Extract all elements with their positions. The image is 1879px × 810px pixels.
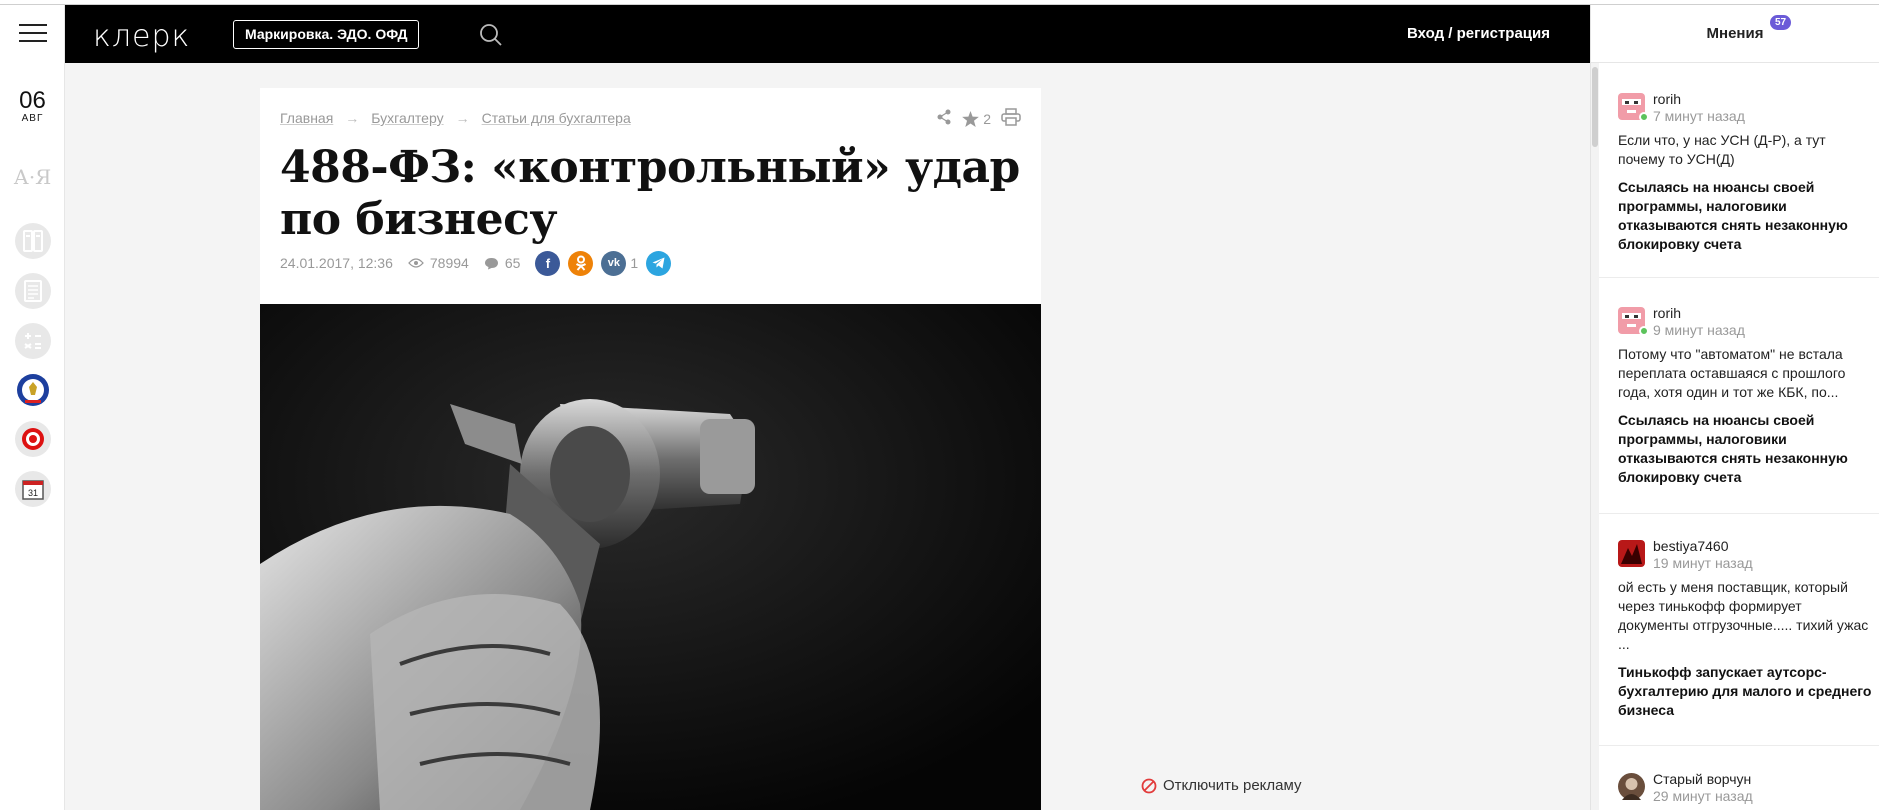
- scrollbar-thumb[interactable]: [1592, 67, 1598, 147]
- opinions-title[interactable]: Мнения: [1707, 25, 1764, 42]
- comment-divider: [1599, 277, 1879, 278]
- telegram-share-icon[interactable]: [646, 250, 672, 276]
- comment-time: 9 минут назад: [1653, 322, 1745, 338]
- comments-count: 65: [504, 255, 521, 271]
- favorites-count: 2: [983, 110, 991, 127]
- comment-time: 19 минут назад: [1653, 555, 1753, 571]
- article-tools: 2: [936, 108, 1021, 129]
- comment-text[interactable]: Если что, у нас УСН (Д-Р), а тут почему …: [1618, 131, 1873, 169]
- comment-time: 29 минут назад: [1653, 788, 1753, 804]
- avatar[interactable]: [1618, 540, 1645, 567]
- search-icon[interactable]: [479, 23, 503, 47]
- favorite-star-icon[interactable]: 2: [962, 110, 991, 127]
- breadcrumb-arrow-icon: →: [455, 110, 470, 126]
- eye-icon: [408, 258, 424, 268]
- date-widget: 06 АВГ: [0, 87, 65, 125]
- article-card: Главная → Бухгалтеру → Статьи для бухгалтера…: [260, 88, 1041, 304]
- comment-divider: [1599, 745, 1879, 746]
- login-register-link[interactable]: Вход / регистрация: [1407, 25, 1550, 42]
- comment-article-link[interactable]: Ссылаясь на нюансы своей программы, нало…: [1618, 178, 1878, 254]
- vk-share-count: 1: [630, 255, 639, 271]
- comment-bubble-icon: [484, 257, 498, 269]
- comments-counter[interactable]: 65: [484, 255, 521, 271]
- svg-text:31: 31: [28, 488, 38, 498]
- book-icon[interactable]: [15, 223, 51, 259]
- top-navbar: клерк Маркировка. ЭДО. ОФД Вход / регист…: [65, 5, 1590, 63]
- disable-ads-link[interactable]: Отключить рекламу: [1141, 777, 1301, 794]
- online-indicator: [1639, 326, 1649, 336]
- target-icon[interactable]: [15, 421, 51, 457]
- share-icon[interactable]: [936, 109, 952, 128]
- comment-author[interactable]: rorih: [1653, 91, 1681, 107]
- article-photo-revolver: [260, 304, 1041, 810]
- comment-article-link[interactable]: Ссылаясь на нюансы своей программы, нало…: [1618, 411, 1878, 487]
- calculator-icon[interactable]: [15, 323, 51, 359]
- print-icon[interactable]: [1001, 108, 1021, 129]
- vk-share-icon[interactable]: vk: [601, 250, 627, 276]
- avatar[interactable]: [1618, 773, 1645, 800]
- klerk-logo[interactable]: клерк: [93, 19, 190, 54]
- online-indicator: [1639, 112, 1649, 122]
- publish-date: 24.01.2017, 12:36: [280, 255, 393, 271]
- opinions-badge: 57: [1770, 15, 1792, 30]
- facebook-share-icon[interactable]: f: [535, 250, 561, 276]
- comment-time: 7 минут назад: [1653, 108, 1745, 124]
- comment-author[interactable]: Старый ворчун: [1653, 771, 1751, 787]
- article-meta: 24.01.2017, 12:36 78994 65 f vk 1: [280, 249, 679, 277]
- document-icon[interactable]: [15, 273, 51, 309]
- opinions-panel: Мнения 57 rorih 7 минут назад Если что, …: [1590, 5, 1879, 810]
- article-title: 488-ФЗ: «контрольный» удар по бизнесу: [280, 142, 1020, 245]
- date-month: АВГ: [21, 113, 44, 124]
- marking-edo-ofd-button[interactable]: Маркировка. ЭДО. ОФД: [233, 20, 420, 49]
- views-counter: 78994: [408, 255, 469, 271]
- disable-ads-label: Отключить рекламу: [1163, 777, 1302, 794]
- no-entry-icon: [1141, 778, 1157, 793]
- comment-author[interactable]: bestiya7460: [1653, 538, 1729, 554]
- breadcrumb-articles[interactable]: Статьи для бухгалтера: [482, 110, 631, 126]
- opinions-scrollbar[interactable]: [1591, 63, 1599, 810]
- breadcrumb-arrow-icon: →: [345, 110, 360, 126]
- views-count: 78994: [429, 255, 469, 271]
- menu-icon[interactable]: [19, 24, 47, 50]
- date-day: 06: [19, 87, 46, 114]
- comment-text[interactable]: Потому что "автоматом" не встала перепла…: [1618, 345, 1873, 402]
- comment-article-link[interactable]: Тинькофф запускает аутсорс-бухгалтерию д…: [1618, 663, 1878, 720]
- breadcrumb: Главная → Бухгалтеру → Статьи для бухгалтера: [280, 110, 631, 126]
- comment-author[interactable]: rorih: [1653, 305, 1681, 321]
- left-rail: 06 АВГ А·Я 31: [0, 5, 65, 810]
- fns-emblem-icon[interactable]: [15, 372, 51, 408]
- comment-divider: [1599, 513, 1879, 514]
- comment-text[interactable]: ой есть у меня поставщик, который через …: [1618, 578, 1873, 654]
- az-dictionary-link[interactable]: А·Я: [0, 165, 65, 189]
- calendar-icon[interactable]: 31: [15, 471, 51, 507]
- breadcrumb-accountant[interactable]: Бухгалтеру: [371, 110, 443, 126]
- opinions-header: Мнения 57: [1591, 5, 1879, 63]
- breadcrumb-home[interactable]: Главная: [280, 110, 333, 126]
- odnoklassniki-share-icon[interactable]: [568, 250, 594, 276]
